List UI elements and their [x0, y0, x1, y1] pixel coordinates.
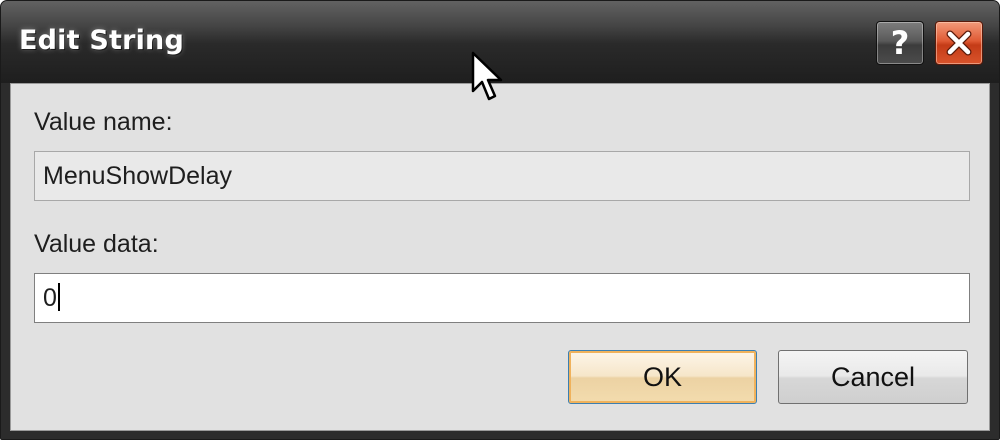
close-button[interactable]	[935, 21, 983, 65]
value-data-input[interactable]: 0	[34, 273, 970, 323]
close-icon	[946, 30, 972, 56]
ok-button[interactable]: OK	[568, 350, 757, 404]
value-data-label: Value data:	[34, 230, 159, 258]
cancel-button[interactable]: Cancel	[778, 350, 968, 404]
value-name-label: Value name:	[34, 108, 173, 136]
title-bar[interactable]: Edit String ?	[1, 1, 999, 83]
help-button[interactable]: ?	[876, 21, 924, 65]
dialog-title: Edit String	[19, 25, 185, 56]
value-name-text: MenuShowDelay	[43, 162, 232, 190]
help-icon: ?	[890, 24, 910, 62]
value-data-text: 0	[43, 284, 57, 312]
value-name-field: MenuShowDelay	[34, 151, 970, 201]
dialog-body: Value name: MenuShowDelay Value data: 0 …	[10, 83, 990, 431]
edit-string-dialog: Edit String ? Value name: MenuShowDelay …	[0, 0, 1000, 440]
text-caret	[57, 283, 60, 312]
